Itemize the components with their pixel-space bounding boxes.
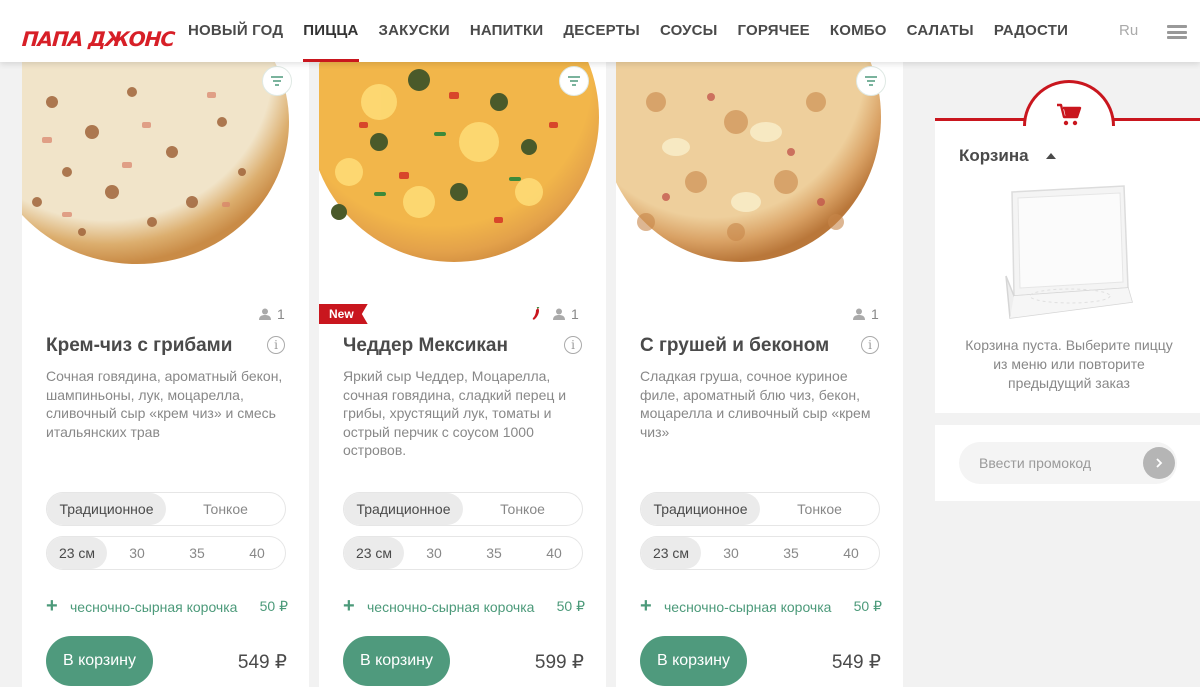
cart-icon [1057,103,1082,126]
addon-label: чесночно-сырная корочка [367,598,535,615]
size-selector: 23 см 30 35 40 [46,536,286,570]
nav-item-snacks[interactable]: ЗАКУСКИ [369,0,460,62]
nav-item-pizza[interactable]: ПИЦЦА [293,0,368,62]
filter-icon[interactable] [559,66,589,96]
pizza-description: Сладкая груша, сочное куриное филе, аром… [640,368,871,440]
pizza-price: 549 ₽ [237,652,287,673]
addon-price: 50 ₽ [556,598,585,614]
nav-item-joys[interactable]: РАДОСТИ [984,0,1078,62]
pizza-description: Яркий сыр Чеддер, Моцарелла, сочная говя… [343,368,567,458]
add-to-cart-button[interactable]: В корзину [46,636,153,686]
dough-traditional[interactable]: Традиционное [641,493,760,525]
plus-icon: + [46,595,58,617]
pizza-image[interactable] [22,62,309,272]
filter-icon[interactable] [262,66,292,96]
chili-icon [532,307,540,320]
info-icon[interactable]: i [861,336,879,354]
size-23[interactable]: 23 см [641,537,701,569]
pizza-image[interactable] [616,62,903,272]
persons-value: 1 [871,306,879,322]
size-35[interactable]: 35 [464,537,524,569]
size-selector: 23 см 30 35 40 [640,536,880,570]
pizza-card: New 1 Чеддер Мексикан i Яркий сыр Чеддер… [319,62,606,687]
info-icon[interactable]: i [267,336,285,354]
size-40[interactable]: 40 [227,537,287,569]
persons-value: 1 [571,306,579,322]
plus-icon: + [343,595,355,617]
nav-item-combo[interactable]: КОМБО [820,0,897,62]
crust-addon[interactable]: + чесночно-сырная корочка 50 ₽ [343,595,585,618]
promo-submit-button[interactable] [1143,447,1175,479]
cart-tab[interactable] [1023,80,1115,126]
size-40[interactable]: 40 [821,537,881,569]
add-to-cart-button[interactable]: В корзину [343,636,450,686]
size-40[interactable]: 40 [524,537,584,569]
size-30[interactable]: 30 [404,537,464,569]
dough-selector: Традиционное Тонкое [343,492,583,526]
pizza-card: 1 Крем-чиз с грибами i Сочная говядина, … [22,62,309,687]
nav-item-hot[interactable]: ГОРЯЧЕЕ [728,0,820,62]
addon-label: чесночно-сырная корочка [70,598,238,615]
info-icon[interactable]: i [564,336,582,354]
empty-box-illustration [1005,185,1133,319]
person-icon [553,308,565,320]
pizza-title: Чеддер Мексикан [343,335,508,356]
addon-price: 50 ₽ [853,598,882,614]
nav-item-sauces[interactable]: СОУСЫ [650,0,728,62]
nav-item-desserts[interactable]: ДЕСЕРТЫ [553,0,650,62]
nav-item-new-year[interactable]: НОВЫЙ ГОД [178,0,293,62]
nav-item-salads[interactable]: САЛАТЫ [897,0,984,62]
pizza-title: Крем-чиз с грибами [46,335,233,356]
cart-title[interactable]: Корзина [959,146,1029,166]
pizza-card: 1 С грушей и беконом i Сладкая груша, со… [616,62,903,687]
dough-selector: Традиционное Тонкое [46,492,286,526]
nav-item-drinks[interactable]: НАПИТКИ [460,0,554,62]
dough-traditional[interactable]: Традиционное [47,493,166,525]
person-icon [259,308,271,320]
pizza-image[interactable] [319,62,606,272]
plus-icon: + [640,595,652,617]
size-30[interactable]: 30 [107,537,167,569]
persons-count: 1 [259,306,285,322]
addon-label: чесночно-сырная корочка [664,598,832,615]
caret-up-icon[interactable] [1046,153,1056,159]
hamburger-icon[interactable] [1167,25,1187,39]
person-icon [853,308,865,320]
dough-traditional[interactable]: Традиционное [344,493,463,525]
logo[interactable]: ПАПА ДЖОНС [21,27,175,51]
main-nav: НОВЫЙ ГОД ПИЦЦА ЗАКУСКИ НАПИТКИ ДЕСЕРТЫ … [178,0,1078,62]
persons-count: 1 [531,306,579,322]
dough-thin[interactable]: Тонкое [166,493,285,525]
add-to-cart-button[interactable]: В корзину [640,636,747,686]
top-header: ПАПА ДЖОНС НОВЫЙ ГОД ПИЦЦА ЗАКУСКИ НАПИТ… [0,0,1200,62]
pizza-title: С грушей и беконом [640,335,830,356]
new-badge: New [319,304,368,324]
cart-empty-text: Корзина пуста. Выберите пиццу из меню ил… [965,337,1173,391]
dough-selector: Традиционное Тонкое [640,492,880,526]
pizza-price: 599 ₽ [534,652,584,673]
addon-price: 50 ₽ [259,598,288,614]
size-23[interactable]: 23 см [47,537,107,569]
size-35[interactable]: 35 [167,537,227,569]
size-selector: 23 см 30 35 40 [343,536,583,570]
size-23[interactable]: 23 см [344,537,404,569]
pizza-description: Сочная говядина, ароматный бекон, шампин… [46,368,283,440]
size-35[interactable]: 35 [761,537,821,569]
persons-value: 1 [277,306,285,322]
filter-icon[interactable] [856,66,886,96]
crust-addon[interactable]: + чесночно-сырная корочка 50 ₽ [640,595,882,618]
pizza-price: 549 ₽ [831,652,881,673]
crust-addon[interactable]: + чесночно-сырная корочка 50 ₽ [46,595,288,618]
persons-count: 1 [853,306,879,322]
dough-thin[interactable]: Тонкое [463,493,582,525]
language-switch[interactable]: Ru [1119,22,1138,39]
dough-thin[interactable]: Тонкое [760,493,879,525]
chevron-right-icon [1156,458,1163,468]
size-30[interactable]: 30 [701,537,761,569]
